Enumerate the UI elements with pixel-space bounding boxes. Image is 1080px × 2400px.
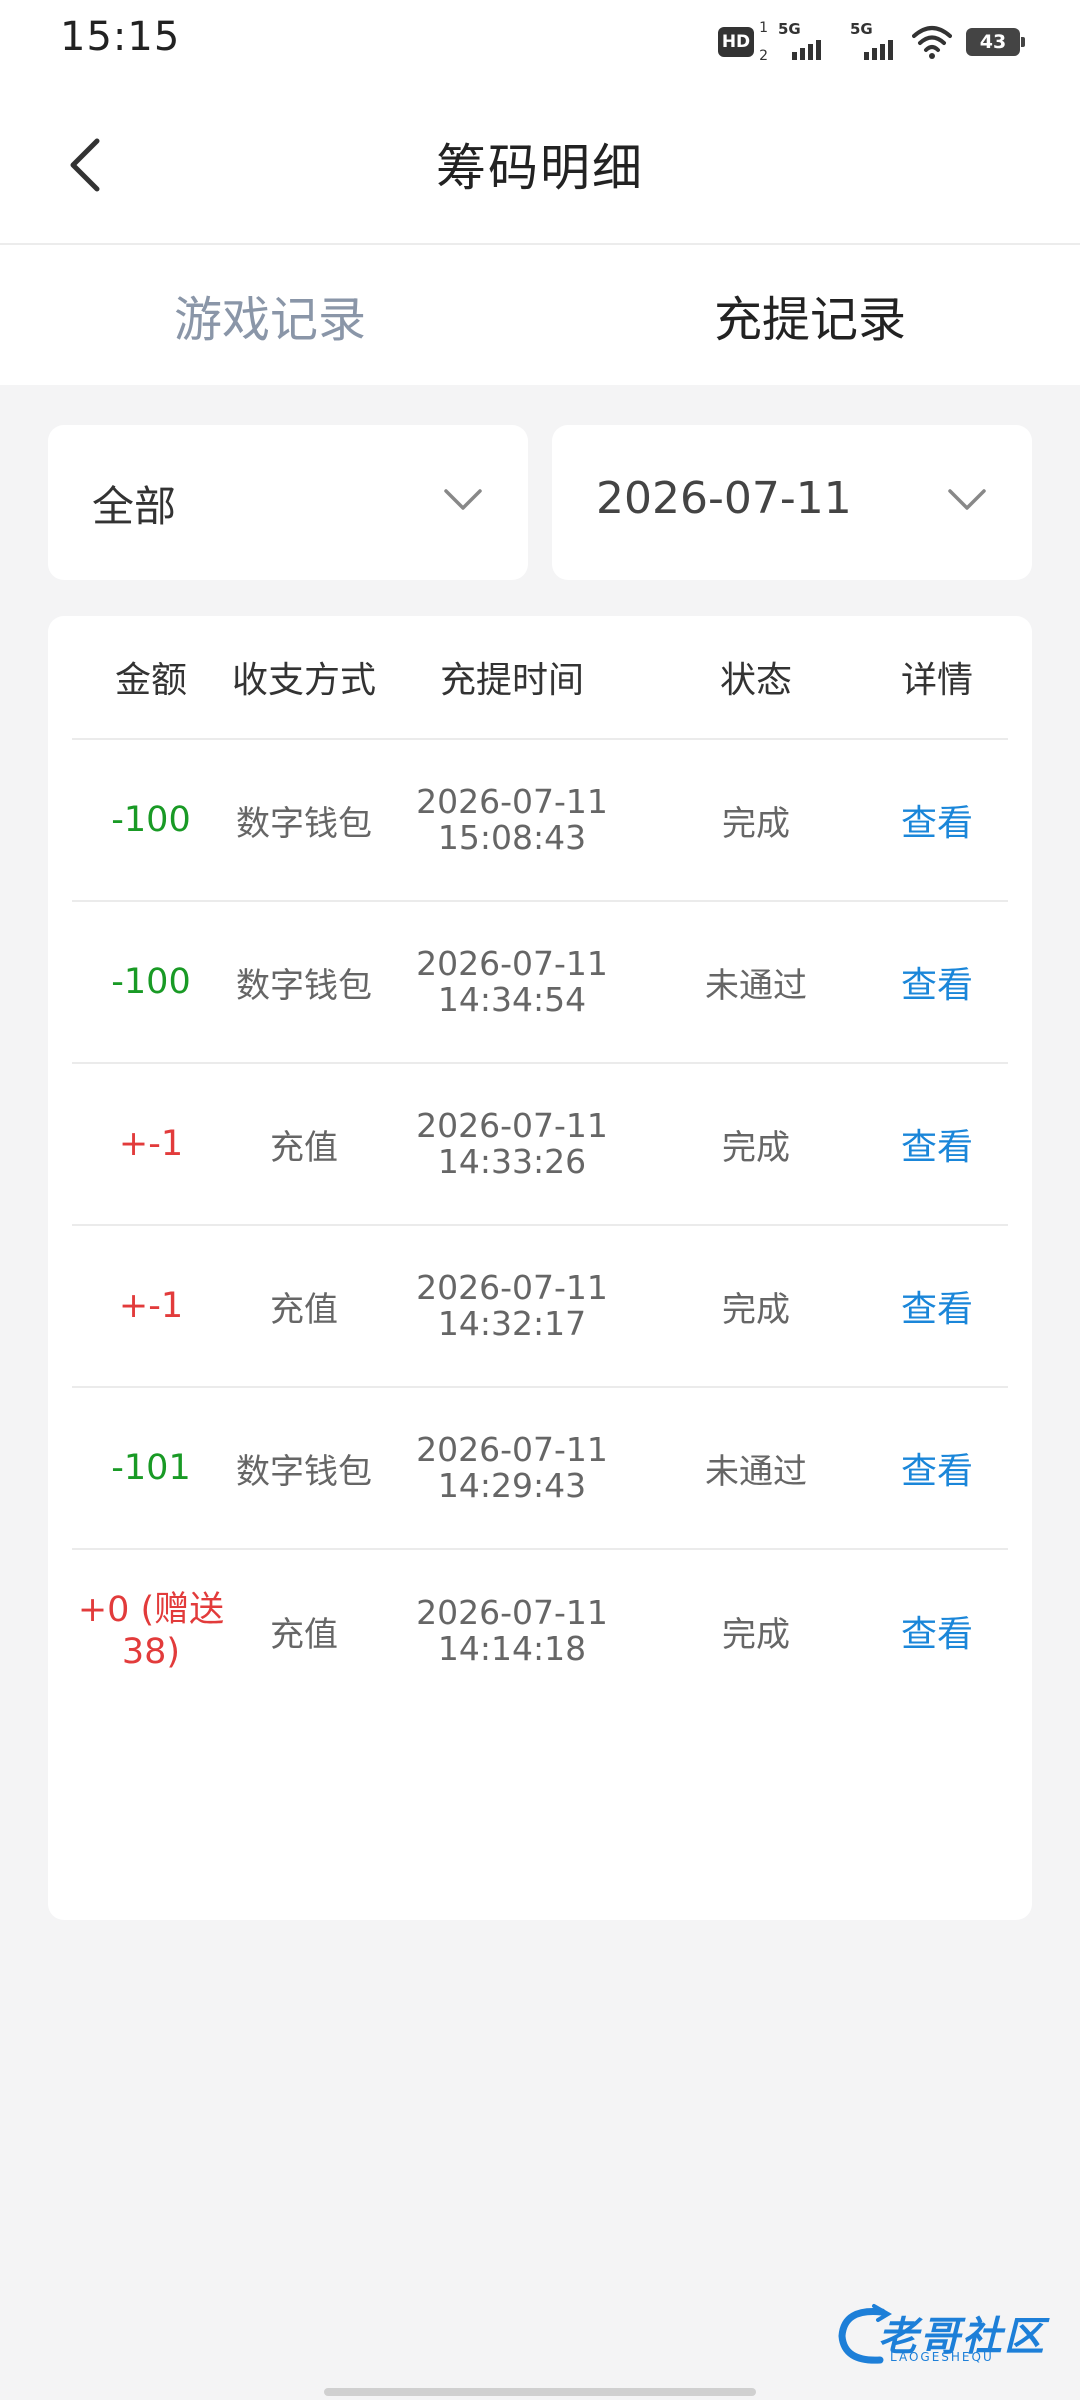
tab-game-records[interactable]: 游戏记录 — [0, 245, 540, 385]
header-time: 充提时间 — [439, 660, 584, 701]
row-amount-line2: 38) — [121, 1632, 181, 1672]
row-clock: 14:34:54 — [437, 980, 587, 1019]
row-time: 2026-07-11 15:08:43 — [378, 784, 646, 856]
row-time: 2026-07-11 14:34:54 — [378, 946, 646, 1018]
row-method: 充值 — [270, 1614, 338, 1655]
page-title: 筹码明细 — [436, 139, 644, 197]
row-time: 2026-07-11 14:14:18 — [378, 1595, 646, 1667]
row-date: 2026-07-11 — [416, 1268, 608, 1307]
signal-icon-1: 5G — [778, 20, 826, 62]
table-row: -101 数字钱包 2026-07-11 14:29:43 未通过 查看 — [72, 1388, 1008, 1550]
view-detail-link[interactable]: 查看 — [866, 794, 1008, 846]
hd-sub: 2 — [759, 48, 768, 64]
row-amount: +-1 — [118, 1286, 184, 1326]
chevron-down-icon — [444, 489, 482, 510]
table-row: -100 数字钱包 2026-07-11 14:34:54 未通过 查看 — [72, 902, 1008, 1064]
row-date: 2026-07-11 — [416, 1593, 608, 1632]
chevron-down-icon — [948, 489, 986, 510]
home-indicator[interactable] — [324, 2388, 756, 2396]
nav-header: 筹码明细 — [0, 80, 1080, 245]
view-detail-link[interactable]: 查看 — [866, 1118, 1008, 1170]
row-date: 2026-07-11 — [416, 1106, 608, 1145]
row-status: 完成 — [722, 1614, 790, 1655]
hd-sup: 1 — [759, 20, 768, 36]
record-tabs: 游戏记录 充提记录 — [0, 245, 1080, 385]
row-amount-line1: +0 (赠送 — [77, 1590, 225, 1630]
view-detail-link[interactable]: 查看 — [866, 1280, 1008, 1332]
row-method: 充值 — [270, 1289, 338, 1330]
row-status: 未通过 — [705, 1451, 807, 1492]
app-root: 15:15 HD 1 2 5G 5G 43 筹码明细 游戏记录 充提记录 全部 … — [0, 0, 1080, 2400]
row-date: 2026-07-11 — [416, 1430, 608, 1469]
header-detail: 详情 — [900, 660, 973, 701]
row-method: 充值 — [270, 1127, 338, 1168]
row-amount: -101 — [111, 1448, 191, 1488]
row-amount: -100 — [111, 800, 191, 840]
signal-icon-2: 5G — [850, 20, 898, 62]
view-detail-link[interactable]: 查看 — [866, 1442, 1008, 1494]
row-method: 数字钱包 — [236, 1451, 372, 1492]
hd-icon: HD 1 2 — [718, 21, 768, 63]
type-filter-dropdown[interactable]: 全部 — [48, 425, 528, 580]
status-bar: 15:15 HD 1 2 5G 5G 43 — [0, 0, 1080, 80]
date-filter-value: 2026-07-11 — [596, 473, 852, 524]
row-amount: +0 (赠送 38) — [72, 1589, 230, 1673]
battery-level: 43 — [979, 31, 1007, 53]
row-date: 2026-07-11 — [416, 782, 608, 821]
row-clock: 14:32:17 — [437, 1304, 587, 1343]
row-status: 完成 — [722, 803, 790, 844]
row-time: 2026-07-11 14:32:17 — [378, 1270, 646, 1342]
row-status: 完成 — [722, 1127, 790, 1168]
row-time: 2026-07-11 14:33:26 — [378, 1108, 646, 1180]
table-row: +-1 充值 2026-07-11 14:32:17 完成 查看 — [72, 1226, 1008, 1388]
battery-icon: 43 — [966, 28, 1025, 56]
row-clock: 14:29:43 — [437, 1466, 587, 1505]
table-row: +-1 充值 2026-07-11 14:33:26 完成 查看 — [72, 1064, 1008, 1226]
row-amount: +-1 — [118, 1124, 184, 1164]
table-header: 金额 收支方式 充提时间 状态 详情 — [72, 616, 1008, 740]
watermark-subtext: LAOGESHEQU — [890, 2350, 994, 2364]
status-time: 15:15 — [60, 14, 181, 60]
view-detail-link[interactable]: 查看 — [866, 956, 1008, 1008]
row-date: 2026-07-11 — [416, 944, 608, 983]
tab-deposit-withdraw-records[interactable]: 充提记录 — [540, 245, 1080, 385]
row-status: 未通过 — [705, 965, 807, 1006]
table-row: -100 数字钱包 2026-07-11 15:08:43 完成 查看 — [72, 740, 1008, 902]
row-time: 2026-07-11 14:29:43 — [378, 1432, 646, 1504]
row-method: 数字钱包 — [236, 965, 372, 1006]
row-clock: 14:14:18 — [437, 1629, 587, 1668]
header-status: 状态 — [719, 660, 792, 701]
header-method: 收支方式 — [231, 660, 376, 701]
row-clock: 15:08:43 — [437, 818, 587, 857]
type-filter-value: 全部 — [92, 482, 177, 531]
records-table: 金额 收支方式 充提时间 状态 详情 -100 数字钱包 2026-07-11 … — [48, 616, 1032, 1920]
table-body: -100 数字钱包 2026-07-11 15:08:43 完成 查看 -100… — [72, 740, 1008, 1712]
row-clock: 14:33:26 — [437, 1142, 587, 1181]
view-detail-link[interactable]: 查看 — [866, 1605, 1008, 1657]
table-row: +0 (赠送 38) 充值 2026-07-11 14:14:18 完成 查看 — [72, 1550, 1008, 1712]
watermark-logo: 老哥社区 LAOGESHEQU — [834, 2300, 1064, 2372]
date-filter-dropdown[interactable]: 2026-07-11 — [552, 425, 1032, 580]
status-icons: HD 1 2 5G 5G 43 — [718, 20, 1025, 64]
header-amount: 金额 — [114, 660, 187, 701]
row-method: 数字钱包 — [236, 803, 372, 844]
wifi-icon — [912, 26, 952, 59]
row-amount: -100 — [111, 962, 191, 1002]
row-status: 完成 — [722, 1289, 790, 1330]
